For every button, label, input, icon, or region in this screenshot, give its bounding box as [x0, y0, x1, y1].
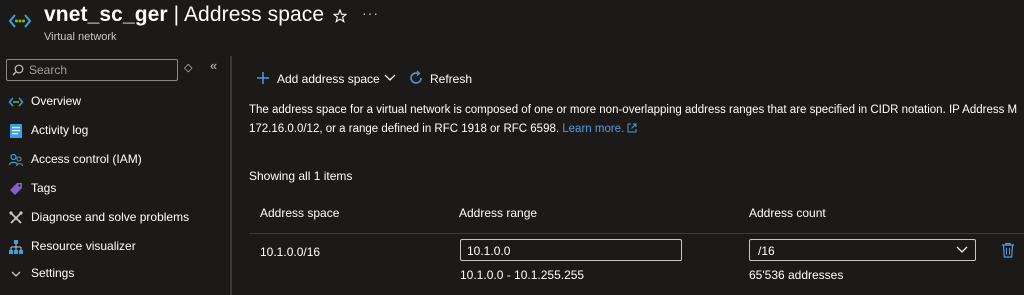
- wrench-icon: [9, 211, 23, 224]
- delete-icon[interactable]: [1001, 242, 1015, 258]
- virtual-network-icon: [8, 14, 32, 28]
- description-line-2: 172.16.0.0/12, or a range defined in RFC…: [249, 120, 1024, 139]
- chevron-down-icon: [384, 74, 396, 81]
- sidebar-item-label: Diagnose and solve problems: [31, 210, 190, 224]
- address-count-select[interactable]: /16: [749, 239, 976, 261]
- address-space-cell: 10.1.0.0/16: [260, 245, 321, 259]
- collapse-menu-icon[interactable]: «: [210, 58, 217, 73]
- sidebar-item-tags[interactable]: Tags: [0, 176, 230, 202]
- sidebar-item-diagnose[interactable]: Diagnose and solve problems: [0, 205, 230, 231]
- page-title: vnet_sc_ger | Address space: [44, 3, 324, 27]
- sidebar-item-overview[interactable]: Overview: [0, 89, 230, 115]
- add-address-space-button[interactable]: Add address space: [254, 66, 396, 90]
- resource-name: vnet_sc_ger: [44, 3, 168, 26]
- people-icon: [8, 153, 24, 167]
- items-summary: Showing all 1 items: [249, 169, 353, 183]
- more-options-icon[interactable]: ···: [362, 5, 379, 21]
- hierarchy-icon: [9, 240, 23, 254]
- sidebar-item-label: Overview: [31, 94, 82, 108]
- resource-type: Virtual network: [44, 31, 117, 43]
- address-range-input-value: 10.1.0.0: [467, 244, 511, 258]
- external-link-icon: [627, 123, 637, 133]
- sidebar-item-resource-visualizer[interactable]: Resource visualizer: [0, 234, 230, 260]
- title-separator: |: [167, 3, 184, 26]
- vnet-icon: [8, 97, 24, 107]
- table-divider: [249, 233, 1024, 234]
- learn-more-label: Learn more.: [562, 123, 625, 135]
- sidebar-item-label: Access control (IAM): [31, 152, 142, 166]
- address-range-input[interactable]: 10.1.0.0: [460, 239, 682, 261]
- tag-icon: [10, 183, 22, 195]
- address-count-text: 65'536 addresses: [749, 268, 844, 282]
- main-content: Add address space Refresh The address sp…: [232, 56, 1024, 295]
- plus-icon: [257, 72, 269, 84]
- column-header-address-range: Address range: [459, 206, 538, 220]
- refresh-label: Refresh: [430, 72, 473, 86]
- address-range-span: 10.1.0.0 - 10.1.255.255: [460, 268, 585, 282]
- resource-menu: Search ◇ « Overview Activity log Access …: [0, 56, 232, 295]
- sidebar-item-label: Tags: [31, 181, 57, 195]
- address-count-select-value: /16: [758, 244, 775, 258]
- search-placeholder: Search: [29, 63, 68, 77]
- refresh-icon: [410, 70, 422, 84]
- column-header-address-count: Address count: [749, 206, 826, 220]
- sidebar-item-label: Settings: [31, 266, 75, 280]
- description-text: 172.16.0.0/12, or a range defined in RFC…: [249, 123, 563, 135]
- sidebar-item-settings[interactable]: Settings: [0, 261, 230, 287]
- learn-more-link[interactable]: Learn more.: [562, 123, 637, 135]
- expand-collapse-icon[interactable]: ◇: [184, 61, 192, 74]
- sidebar-item-activity-log[interactable]: Activity log: [0, 118, 230, 144]
- column-header-address-space: Address space: [260, 206, 340, 220]
- star-icon[interactable]: [333, 9, 347, 23]
- refresh-button[interactable]: Refresh: [406, 66, 486, 90]
- address-space-description: The address space for a virtual network …: [249, 101, 1024, 139]
- menu-search-input[interactable]: Search: [6, 59, 178, 81]
- sidebar-item-label: Activity log: [31, 123, 89, 137]
- sidebar-item-access-control[interactable]: Access control (IAM): [0, 147, 230, 173]
- blade-name: Address space: [183, 3, 325, 26]
- page-header: vnet_sc_ger | Address space Virtual netw…: [0, 0, 1024, 50]
- chevron-down-icon: [956, 246, 968, 253]
- sidebar-item-label: Resource visualizer: [31, 239, 136, 253]
- activity-log-icon: [10, 124, 22, 138]
- add-address-space-label: Add address space: [277, 72, 380, 86]
- chevron-down-icon: [11, 271, 21, 277]
- search-icon: [12, 64, 24, 76]
- description-line-1: The address space for a virtual network …: [249, 104, 1018, 116]
